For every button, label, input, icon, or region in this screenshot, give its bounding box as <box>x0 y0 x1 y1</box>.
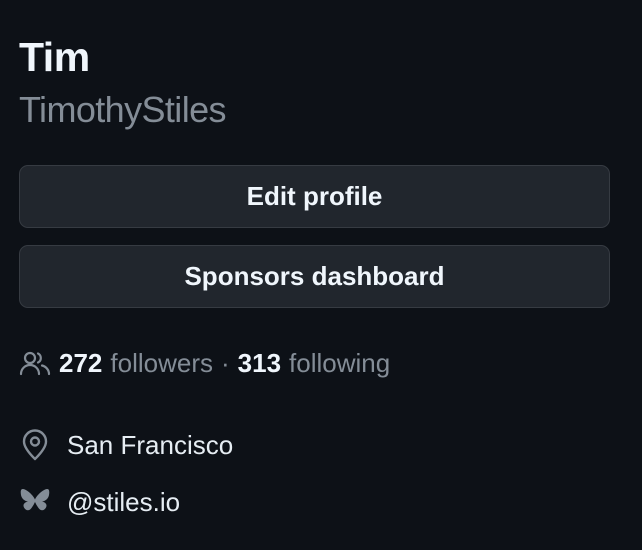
followers-label: followers <box>110 347 213 378</box>
followers-count: 272 <box>59 347 103 378</box>
social-link[interactable]: @stiles.io <box>67 487 180 518</box>
sponsors-dashboard-button[interactable]: Sponsors dashboard <box>19 245 610 308</box>
social-row: @stiles.io <box>19 482 180 522</box>
profile-name: Tim <box>19 34 90 80</box>
following-link[interactable]: 313 following <box>238 348 391 379</box>
location-row: San Francisco <box>19 425 233 465</box>
edit-profile-button[interactable]: Edit profile <box>19 165 610 228</box>
followers-link[interactable]: 272 followers <box>59 348 213 379</box>
location-text: San Francisco <box>67 429 234 460</box>
profile-username: TimothyStiles <box>19 89 227 130</box>
location-pin-icon <box>19 429 51 461</box>
follow-stats: 272 followers · 313 following <box>19 343 390 383</box>
people-icon <box>19 350 51 376</box>
profile-card: Tim TimothyStiles Edit profile Sponsors … <box>0 0 642 550</box>
separator-dot: · <box>220 347 230 378</box>
bluesky-butterfly-icon <box>19 486 51 518</box>
following-count: 313 <box>237 347 282 378</box>
following-label: following <box>289 347 391 378</box>
